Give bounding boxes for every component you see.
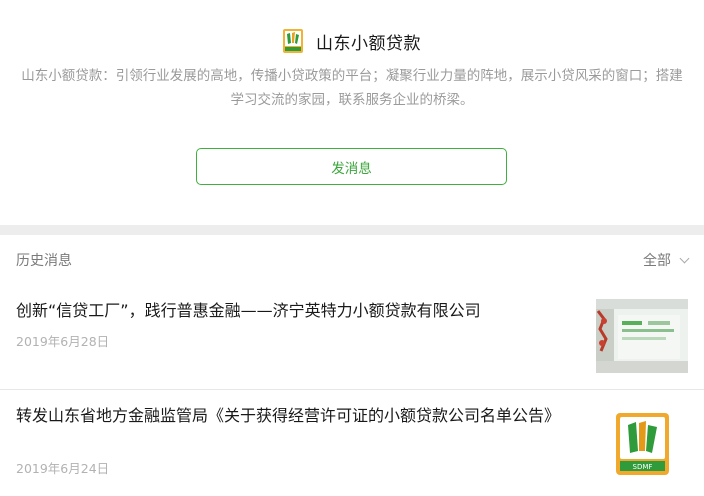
history-messages: 历史消息 全部 创新“信贷工厂”，践行普惠金融——济宁英特力小额贷款有限公司 2… bbox=[0, 235, 704, 496]
chevron-down-icon bbox=[679, 253, 690, 263]
article-date: 2019年6月24日 bbox=[16, 461, 110, 476]
account-profile: 山东小额贷款 山东小额贷款：引领行业发展的高地，传播小贷政策的平台；凝聚行业力量… bbox=[0, 0, 704, 225]
filter-label: 全部 bbox=[643, 253, 671, 269]
thumbnail-logo-text: SDMF bbox=[633, 463, 653, 471]
article-title: 创新“信贷工厂”，践行普惠金融——济宁英特力小额贷款有限公司 bbox=[16, 301, 481, 320]
account-header: 山东小额贷款 bbox=[0, 28, 704, 54]
article-date: 2019年6月28日 bbox=[16, 334, 110, 349]
account-name: 山东小额贷款 bbox=[316, 33, 421, 54]
article-title: 转发山东省地方金融监管局《关于获得经营许可证的小额贷款公司名单公告》 bbox=[16, 406, 561, 425]
filter-dropdown[interactable]: 全部 bbox=[643, 250, 690, 270]
account-description: 山东小额贷款：引领行业发展的高地，传播小贷政策的平台；凝聚行业力量的阵地，展示小… bbox=[21, 68, 683, 108]
history-title: 历史消息 bbox=[16, 253, 72, 269]
list-item[interactable]: 转发山东省地方金融监管局《关于获得经营许可证的小额贷款公司名单公告》 2019年… bbox=[0, 390, 704, 496]
sdmf-logo-icon bbox=[283, 29, 303, 53]
list-item[interactable]: 创新“信贷工厂”，践行普惠金融——济宁英特力小额贷款有限公司 2019年6月28… bbox=[0, 285, 704, 389]
send-message-button[interactable]: 发消息 bbox=[196, 148, 507, 185]
office-photo-icon bbox=[596, 299, 688, 373]
history-header: 历史消息 全部 bbox=[0, 235, 704, 285]
article-thumbnail: SDMF bbox=[616, 413, 669, 475]
sdmf-logo-icon: SDMF bbox=[616, 413, 669, 475]
